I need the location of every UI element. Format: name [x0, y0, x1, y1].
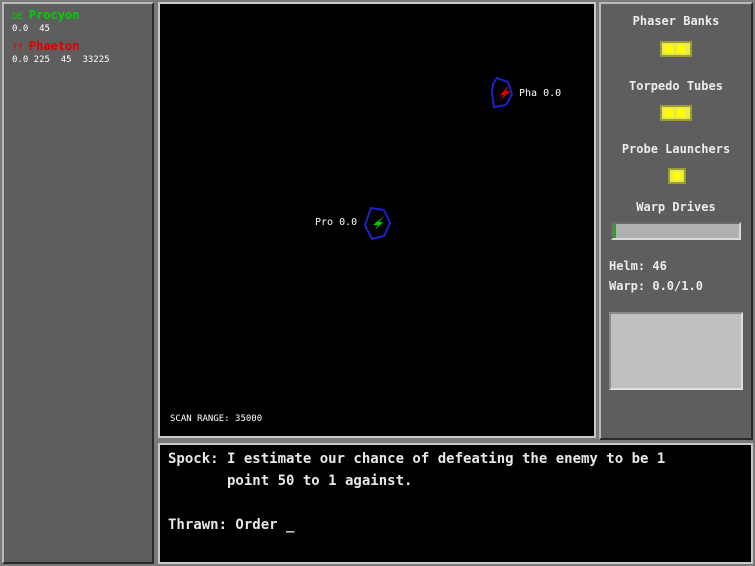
ship-tag: ??	[12, 43, 23, 53]
warp-readout: Warp: 0.0/1.0	[609, 279, 703, 293]
tactical-viewscreen[interactable]: Pha 0.0 Pro 0.0 SCAN RANGE: 35000	[158, 2, 596, 438]
ship-tag: DE	[12, 12, 23, 22]
scan-range-readout: SCAN RANGE: 35000	[170, 414, 263, 424]
phaser-banks-label: Phaser Banks	[632, 14, 720, 28]
ship-entry-player[interactable]: DE Procyon 0.0 45	[12, 8, 80, 35]
torpedo-tubes-label: Torpedo Tubes	[629, 79, 723, 93]
ship-entry-enemy[interactable]: ?? Phaeton 0.0 225 45 33225	[12, 39, 110, 66]
ship-stats: 0.0 45	[12, 24, 50, 34]
torpedo-tubes-indicator[interactable]	[660, 105, 692, 121]
spock-message-line2: point 50 to 1 against.	[168, 473, 413, 489]
phaser-banks-indicator[interactable]	[660, 41, 692, 57]
ship-stats: 0.0 225 45 33225	[12, 55, 110, 65]
enemy-shield-hexagon	[490, 76, 514, 109]
tactical-map	[363, 76, 514, 241]
warp-drives-bar[interactable]	[611, 222, 741, 240]
ship-roster-panel: DE Procyon 0.0 45 ?? Phaeton 0.0 225 45 …	[2, 2, 154, 564]
warp-drives-fill	[613, 224, 616, 238]
enemy-ship-marker[interactable]	[490, 76, 514, 109]
spock-message-line1: Spock: I estimate our chance of defeatin…	[168, 451, 666, 467]
probe-launchers-label: Probe Launchers	[621, 142, 731, 156]
player-ship-icon	[373, 216, 384, 230]
player-ship-marker[interactable]	[363, 206, 392, 241]
command-prompt[interactable]: Thrawn: Order _	[168, 517, 294, 533]
probe-launchers-indicator[interactable]	[668, 168, 686, 184]
ship-name: Phaeton	[28, 39, 80, 53]
ship-systems-panel: Phaser Banks Torpedo Tubes Probe Launche…	[599, 2, 753, 440]
ship-name: Procyon	[28, 8, 80, 22]
warp-drives-label: Warp Drives	[636, 200, 716, 214]
helm-readout: Helm: 46	[609, 259, 667, 273]
status-display-box	[609, 312, 743, 390]
message-console[interactable]: Spock: I estimate our chance of defeatin…	[158, 443, 753, 564]
player-ship-label: Pro 0.0	[315, 217, 358, 228]
enemy-ship-label: Pha 0.0	[519, 88, 562, 99]
